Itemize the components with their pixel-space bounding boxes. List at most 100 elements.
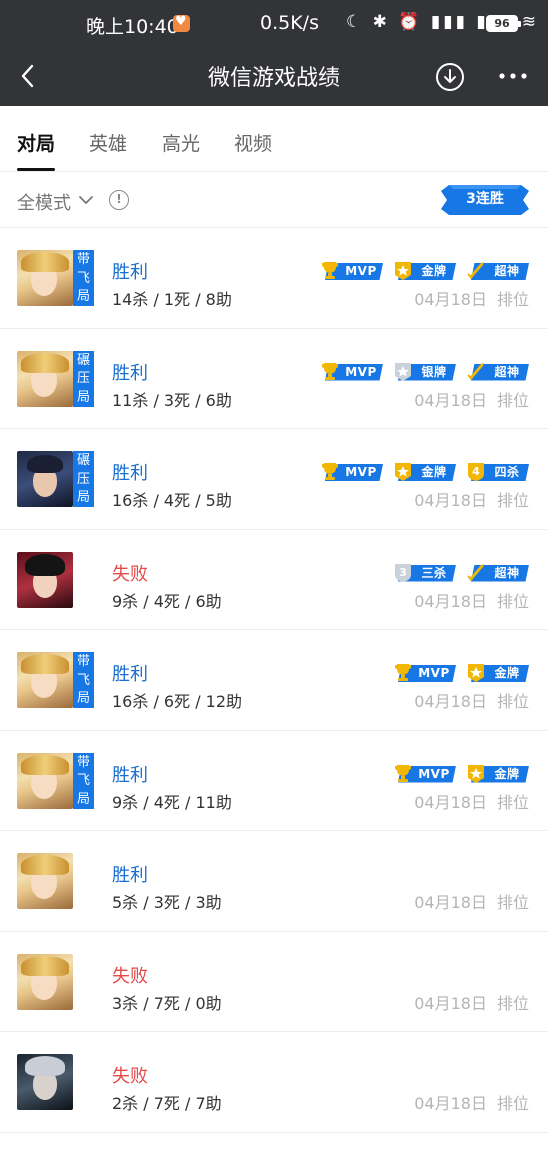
achievement-badge: MVP	[319, 259, 383, 281]
match-kda: 14杀 / 1死 / 8助	[112, 290, 232, 309]
match-date: 04月18日	[414, 792, 487, 812]
network-speed: 0.5K/s	[260, 12, 319, 34]
match-meta: 04月18日 排位	[414, 387, 529, 411]
tab-videos[interactable]: 视频	[234, 129, 272, 156]
status-time: 晚上10:40	[86, 16, 179, 38]
achievement-badge: 4 四杀	[465, 460, 529, 482]
match-list: 带飞局胜利 14杀 / 1死 / 8助 04月18日 排位 MVP 金牌 超神碾压局胜利 11…	[0, 228, 548, 1133]
badge-label: MVP	[345, 364, 377, 379]
achievement-badge: MVP	[392, 762, 456, 784]
match-meta: 04月18日 排位	[414, 286, 529, 310]
win-streak-label: 3连胜	[466, 191, 504, 207]
hero-avatar	[17, 1054, 73, 1110]
match-meta: 04月18日 排位	[414, 990, 529, 1014]
match-type-tag: 带飞局	[73, 752, 94, 809]
match-type-tag-char: 压	[76, 371, 90, 386]
match-mode: 排位	[496, 591, 529, 611]
tab-bar: 对局 英雄 高光 视频	[0, 106, 548, 172]
achievement-badge: 银牌	[392, 360, 456, 382]
tab-active-indicator	[17, 168, 55, 171]
match-row[interactable]: 碾压局胜利 11杀 / 3死 / 6助 04月18日 排位 MVP 银牌 超神	[0, 329, 548, 429]
badge-label: 银牌	[421, 364, 447, 379]
hero-avatar	[17, 350, 73, 407]
match-row[interactable]: 带飞局胜利 9杀 / 4死 / 11助 04月18日 排位 MVP 金牌	[0, 731, 548, 831]
achievement-badges: MVP 银牌 超神	[319, 360, 529, 382]
badge-label: MVP	[418, 666, 450, 680]
match-kda: 16杀 / 6死 / 12助	[112, 692, 243, 711]
chevron-down-icon[interactable]	[78, 192, 94, 208]
match-row[interactable]: 失败 2杀 / 7死 / 7助 04月18日 排位	[0, 1032, 548, 1133]
achievement-badges: 3 三杀 超神	[392, 561, 529, 583]
match-type-tag-char: 飞	[76, 672, 90, 688]
hero-avatar	[17, 752, 73, 809]
achievement-badge: 3 三杀	[392, 561, 456, 583]
achievement-badges: MVP 金牌	[392, 762, 529, 784]
badge-label: 金牌	[494, 666, 520, 680]
match-result: 胜利	[112, 262, 148, 283]
achievement-badge: MVP	[319, 360, 383, 382]
match-kda: 9杀 / 4死 / 11助	[112, 792, 232, 812]
match-type-tag-char: 局	[76, 289, 90, 304]
match-date: 04月18日	[414, 591, 487, 611]
match-mode: 排位	[496, 692, 529, 711]
match-result: 失败	[112, 563, 148, 585]
sword-icon	[467, 563, 484, 581]
match-type-tag-char: 局	[76, 389, 90, 405]
achievement-badge: 超神	[465, 561, 529, 583]
tab-matches[interactable]: 对局	[17, 129, 55, 156]
match-row[interactable]: 带飞局胜利 16杀 / 6死 / 12助 04月18日 排位 MVP 金牌	[0, 630, 548, 731]
more-menu-icon[interactable]	[496, 61, 530, 91]
match-result: 胜利	[112, 362, 148, 384]
match-row[interactable]: 胜利 5杀 / 3死 / 3助 04月18日 排位	[0, 831, 548, 932]
match-meta: 04月18日 排位	[414, 588, 529, 612]
match-row[interactable]: 带飞局胜利 14杀 / 1死 / 8助 04月18日 排位 MVP 金牌 超神	[0, 228, 548, 329]
match-kda: 2杀 / 7死 / 7助	[112, 1094, 222, 1113]
achievement-badge: 金牌	[392, 259, 456, 281]
trophy-icon	[322, 362, 338, 380]
achievement-badges: MVP 金牌 超神	[319, 259, 529, 281]
hero-avatar	[17, 652, 73, 708]
match-kda: 16杀 / 4死 / 5助	[112, 491, 232, 510]
mode-dropdown[interactable]: 全模式	[17, 189, 71, 215]
match-result: 胜利	[112, 664, 148, 685]
match-date: 04月18日	[414, 993, 487, 1013]
hero-avatar	[17, 953, 73, 1010]
match-type-tag: 碾压局	[73, 350, 94, 407]
match-type-tag-char: 碾	[76, 352, 90, 368]
match-mode: 排位	[496, 893, 529, 912]
badge-label: 三杀	[421, 565, 447, 580]
match-row[interactable]: 失败 9杀 / 4死 / 6助 04月18日 排位 3 三杀 超神	[0, 530, 548, 630]
match-meta: 04月18日 排位	[414, 889, 529, 913]
tab-heroes[interactable]: 英雄	[89, 129, 127, 156]
match-result: 失败	[112, 965, 148, 987]
match-meta: 04月18日 排位	[414, 789, 529, 813]
match-type-tag: 带飞局	[73, 652, 94, 708]
tab-highlights[interactable]: 高光	[162, 129, 200, 156]
match-date: 04月18日	[414, 893, 487, 912]
achievement-badge: 金牌	[392, 460, 456, 482]
match-row[interactable]: 碾压局胜利 16杀 / 4死 / 5助 04月18日 排位 MVP 金牌 4 四杀	[0, 429, 548, 530]
match-mode: 排位	[496, 1094, 529, 1113]
download-icon[interactable]	[435, 62, 465, 92]
badge-label: 金牌	[494, 766, 520, 781]
match-meta: 04月18日 排位	[414, 1090, 529, 1114]
trophy-icon	[322, 463, 338, 480]
achievement-badges: MVP 金牌	[392, 661, 529, 683]
match-mode: 排位	[496, 290, 529, 309]
achievement-badges: MVP 金牌 4 四杀	[319, 460, 529, 482]
match-date: 04月18日	[414, 390, 487, 410]
match-kda: 5杀 / 3死 / 3助	[112, 893, 222, 912]
match-type-tag-char: 碾	[76, 453, 90, 468]
trophy-icon	[395, 764, 411, 782]
match-date: 04月18日	[414, 290, 487, 309]
achievement-badge: 超神	[465, 259, 529, 281]
info-icon[interactable]: !	[109, 190, 129, 210]
badge-label: MVP	[345, 465, 377, 479]
badge-label: MVP	[418, 766, 450, 781]
status-bar: 晚上10:40 0.5K/s ☾ ✱ ⏰ ▮▮▮ ▮▮▮ ≋ 96	[0, 0, 548, 48]
match-type-tag: 带飞局	[73, 250, 94, 306]
trophy-icon	[322, 262, 338, 279]
trophy-icon	[395, 664, 411, 681]
match-row[interactable]: 失败 3杀 / 7死 / 0助 04月18日 排位	[0, 932, 548, 1032]
page-title: 微信游戏战绩	[207, 66, 340, 91]
